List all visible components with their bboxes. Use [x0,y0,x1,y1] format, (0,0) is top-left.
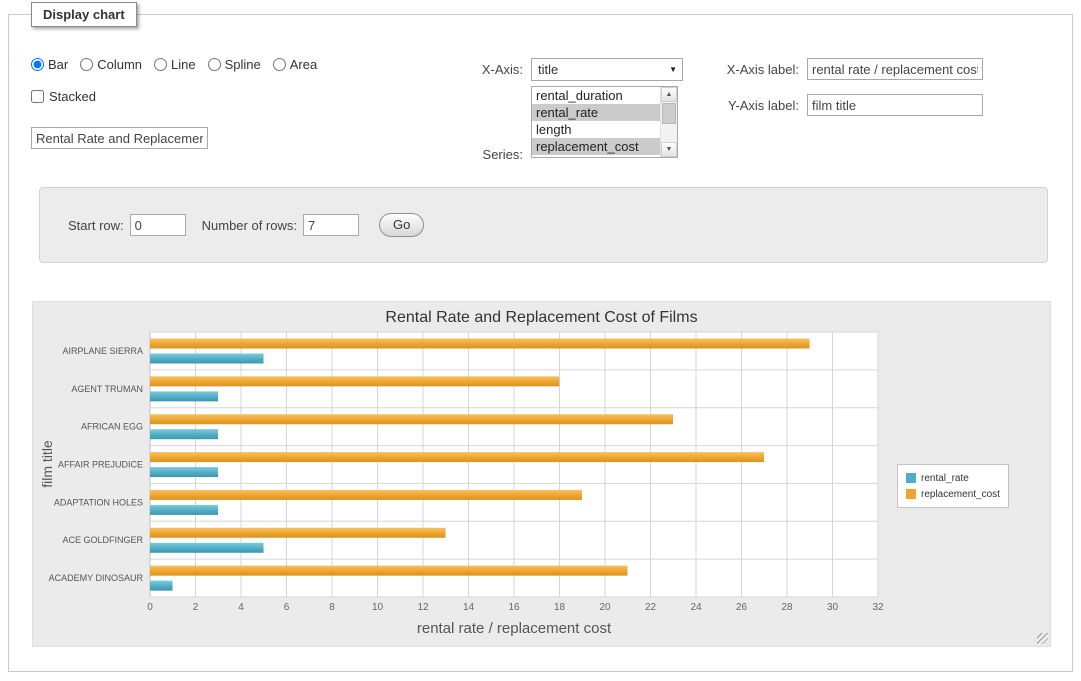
bar-replacement_cost-affair-prejudice[interactable] [150,452,764,462]
bar-rental_rate-ace-goldfinger[interactable] [150,543,264,553]
category-label: ACADEMY DINOSAUR [49,573,144,583]
svg-text:14: 14 [463,602,475,613]
bar-rental_rate-adaptation-holes[interactable] [150,505,218,515]
svg-text:12: 12 [417,602,429,613]
chart-type-option-area[interactable]: Area [273,57,317,72]
category-label: AFFAIR PREJUDICE [58,460,143,470]
start-row-label: Start row: [68,218,124,233]
chart-type-label: Column [97,57,142,72]
chart-type-option-line[interactable]: Line [154,57,196,72]
series-options: rental_durationrental_ratelengthreplacem… [532,87,660,157]
bar-rental_rate-airplane-sierra[interactable] [150,354,264,364]
legend-label: replacement_cost [921,489,1000,500]
series-listbox[interactable]: rental_durationrental_ratelengthreplacem… [531,86,678,158]
stacked-label: Stacked [49,89,96,104]
number-of-rows-input[interactable] [303,214,359,236]
row-controls-panel: Start row: Number of rows: Go [39,187,1048,263]
svg-text:18: 18 [554,602,566,613]
scroll-up-icon[interactable]: ▲ [661,87,677,102]
series-option-rental_rate[interactable]: rental_rate [532,104,660,121]
stacked-checkbox[interactable] [31,90,44,103]
svg-text:24: 24 [690,602,702,613]
panel-legend: Display chart [31,2,137,27]
chart-title-input[interactable] [31,127,208,149]
x-axis-selected-value: title [538,62,558,77]
svg-text:0: 0 [147,602,153,613]
svg-text:16: 16 [508,602,520,613]
y-axis-label-label: Y-Axis label: [699,98,799,113]
category-label: AFRICAN EGG [81,422,143,432]
legend-label: rental_rate [921,473,969,484]
chart-type-radio-column[interactable] [80,58,93,71]
chart-title: Rental Rate and Replacement Cost of Film… [33,309,1050,327]
svg-text:2: 2 [193,602,199,613]
stacked-option[interactable]: Stacked [31,89,96,104]
chart-type-option-column[interactable]: Column [80,57,142,72]
legend-swatch [906,473,916,483]
x-axis-label-input[interactable] [807,58,983,80]
chart-type-radio-area[interactable] [273,58,286,71]
scrollbar-thumb[interactable] [662,103,676,124]
x-axis-select-label: X-Axis: [439,62,523,77]
bar-rental_rate-affair-prejudice[interactable] [150,467,218,477]
category-label: AIRPLANE SIERRA [62,346,143,356]
svg-text:10: 10 [372,602,384,613]
bar-replacement_cost-agent-truman[interactable] [150,376,559,386]
x-axis-label-label: X-Axis label: [699,62,799,77]
legend-item-rental_rate[interactable]: rental_rate [906,470,1000,486]
chart-type-radio-line[interactable] [154,58,167,71]
series-scrollbar[interactable]: ▲ ▼ [660,87,677,157]
chart-type-option-spline[interactable]: Spline [208,57,261,72]
scroll-down-icon[interactable]: ▼ [661,142,677,157]
x-axis-select[interactable]: title ▼ [531,58,683,81]
bar-rental_rate-agent-truman[interactable] [150,391,218,401]
svg-text:22: 22 [645,602,657,613]
svg-text:32: 32 [872,602,884,613]
svg-text:30: 30 [827,602,839,613]
chart-type-radio-bar[interactable] [31,58,44,71]
legend-item-replacement_cost[interactable]: replacement_cost [906,486,1000,502]
svg-text:6: 6 [284,602,290,613]
bar-replacement_cost-adaptation-holes[interactable] [150,490,582,500]
chart-y-axis-label: film title [39,440,55,487]
bar-rental_rate-african-egg[interactable] [150,429,218,439]
bar-replacement_cost-african-egg[interactable] [150,414,673,424]
series-label: Series: [439,147,523,162]
svg-text:4: 4 [238,602,244,613]
go-button[interactable]: Go [379,213,424,237]
display-chart-panel: Display chart BarColumnLineSplineArea St… [8,14,1073,672]
chart-type-label: Bar [48,57,68,72]
chart-type-option-bar[interactable]: Bar [31,57,68,72]
chart-legend: rental_rate replacement_cost [897,464,1009,508]
bar-replacement_cost-airplane-sierra[interactable] [150,339,810,349]
start-row-input[interactable] [130,214,186,236]
bar-replacement_cost-ace-goldfinger[interactable] [150,528,446,538]
legend-swatch [906,489,916,499]
series-option-replacement_cost[interactable]: replacement_cost [532,138,660,155]
chart-type-radio-spline[interactable] [208,58,221,71]
category-label: AGENT TRUMAN [71,384,143,394]
chart-type-label: Spline [225,57,261,72]
category-label: ACE GOLDFINGER [62,535,143,545]
number-of-rows-label: Number of rows: [202,218,297,233]
chart-container: Rental Rate and Replacement Cost of Film… [32,301,1051,647]
bar-replacement_cost-academy-dinosaur[interactable] [150,566,628,576]
chart-type-label: Line [171,57,196,72]
y-axis-label-input[interactable] [807,94,983,116]
svg-text:20: 20 [599,602,611,613]
svg-text:8: 8 [329,602,335,613]
series-option-rental_duration[interactable]: rental_duration [532,87,660,104]
bar-rental_rate-academy-dinosaur[interactable] [150,581,173,591]
category-label: ADAPTATION HOLES [54,497,143,507]
chart-type-label: Area [290,57,317,72]
svg-text:26: 26 [736,602,748,613]
chart-type-group: Bar Column Line Spline Area [31,57,329,72]
chart-x-axis-label: rental rate / replacement cost [150,620,878,637]
series-option-length[interactable]: length [532,121,660,138]
svg-text:28: 28 [781,602,793,613]
dropdown-arrow-icon: ▼ [669,65,677,74]
resize-handle-icon[interactable] [1037,633,1048,644]
